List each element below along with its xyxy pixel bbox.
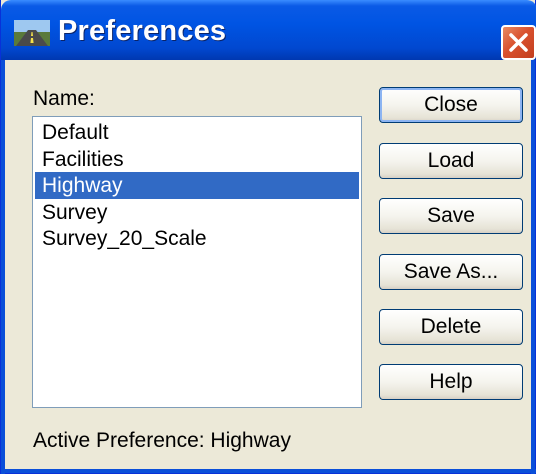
load-button[interactable]: Load [379, 143, 523, 179]
list-item-facilities[interactable]: Facilities [35, 146, 359, 173]
list-item-default[interactable]: Default [35, 119, 359, 146]
active-preference-status: Active Preference: Highway [33, 429, 291, 452]
title-bar[interactable]: Preferences [1, 0, 536, 60]
save-as-button[interactable]: Save As... [379, 254, 523, 290]
preferences-dialog: Preferences Name: Default Facilities Hig… [0, 0, 536, 474]
window-title: Preferences [58, 15, 227, 47]
window-frame-bottom [1, 469, 536, 473]
close-button[interactable]: Close [379, 87, 523, 123]
close-icon[interactable] [501, 25, 536, 60]
window-frame-right [531, 60, 535, 474]
save-button[interactable]: Save [379, 198, 523, 234]
window-frame-left [1, 60, 5, 474]
list-item-survey[interactable]: Survey [35, 199, 359, 226]
preferences-listbox[interactable]: Default Facilities Highway Survey Survey… [32, 116, 362, 408]
highway-road-icon [14, 20, 50, 46]
help-button[interactable]: Help [379, 364, 523, 400]
name-label: Name: [33, 87, 95, 110]
list-item-survey-20-scale[interactable]: Survey_20_Scale [35, 225, 359, 252]
delete-button[interactable]: Delete [379, 309, 523, 345]
list-item-highway[interactable]: Highway [35, 172, 359, 199]
